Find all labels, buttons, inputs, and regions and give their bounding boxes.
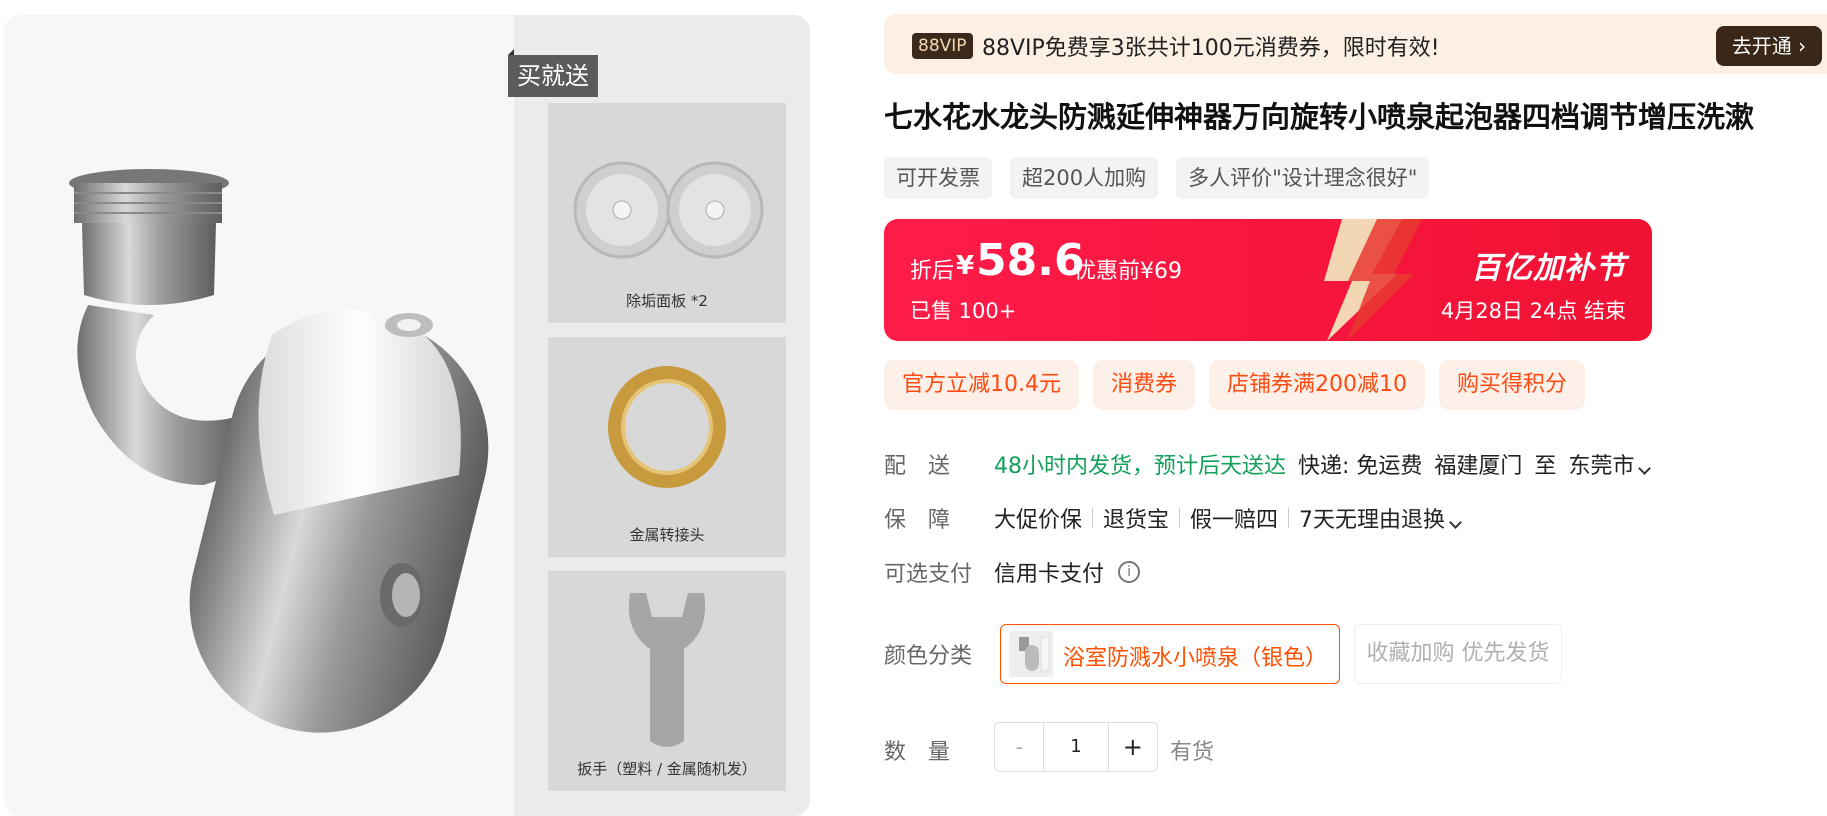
accessory-label: 扳手（塑料 / 金属随机发） xyxy=(577,760,757,778)
payment-method: 信用卡支付 xyxy=(994,562,1105,587)
lightning-icon xyxy=(1324,219,1422,341)
tag-review[interactable]: 多人评价"设计理念很好" xyxy=(1176,157,1430,199)
faucet-extender-image xyxy=(69,169,489,733)
sku-option-selected[interactable]: 浴室防溅水小喷泉（银色） xyxy=(1000,624,1340,684)
promo-end-time: 4月28日 24点 结束 xyxy=(1440,299,1626,323)
divider xyxy=(1092,508,1094,528)
gift-tag: 买就送 xyxy=(508,49,598,97)
vip-promo-bar: 88VIP 88VIP免费享3张共计100元消费券，限时有效! 去开通 › xyxy=(884,14,1827,74)
stock-status: 有货 xyxy=(1170,740,1215,765)
descaling-panel-image xyxy=(573,161,764,259)
guarantee-fake-compensation: 假一赔四 xyxy=(1190,508,1279,533)
chevron-down-icon xyxy=(1449,516,1462,529)
festival-title: 百亿加补节 xyxy=(1471,251,1626,286)
accessory-metal-adapter[interactable]: 金属转接头 xyxy=(548,337,786,557)
accessory-label: 金属转接头 xyxy=(629,526,705,544)
guarantee-return-insurance: 退货宝 xyxy=(1103,508,1170,533)
accessory-label: 除垢面板 *2 xyxy=(626,292,708,310)
destination-text: 东莞市 xyxy=(1568,454,1635,479)
shipping-promise: 48小时内发货，预计后天送达 xyxy=(994,454,1286,479)
guarantee-7day-return[interactable]: 7天无理由退换 xyxy=(1299,502,1462,534)
divider xyxy=(1179,508,1181,528)
guarantee-price-protect: 大促价保 xyxy=(994,508,1083,533)
tag-cart-count: 超200人加购 xyxy=(1010,157,1159,199)
payment-label: 可选支付 xyxy=(884,562,973,587)
product-gallery: 除垢面板 *2 金属转接头 扳手（塑料 / 金属随机发） 买就送 xyxy=(4,15,810,816)
product-tags: 可开发票 超200人加购 多人评价"设计理念很好" xyxy=(884,157,1430,199)
coupon-store[interactable]: 店铺券满200减10 xyxy=(1209,360,1426,410)
divider xyxy=(1288,508,1290,528)
vip-activate-button[interactable]: 去开通 › xyxy=(1716,26,1822,66)
quantity-increase-button[interactable]: + xyxy=(1107,723,1157,771)
sku-thumbnail xyxy=(1009,631,1053,677)
color-label: 颜色分类 xyxy=(884,644,973,669)
quantity-stepper: - 1 + xyxy=(994,722,1158,772)
quantity-label: 数 量 xyxy=(884,740,951,765)
shipping-row: 配 送 48小时内发货，预计后天送达 快递: 免运费 福建厦门 至 东莞市 xyxy=(884,448,1652,480)
sold-count: 已售 100+ xyxy=(910,299,1017,323)
shipping-to: 至 xyxy=(1534,454,1557,479)
guarantee-7day-text: 7天无理由退换 xyxy=(1299,508,1446,533)
price-currency: ¥ xyxy=(956,251,975,281)
guarantee-label: 保 障 xyxy=(884,508,951,533)
shipping-label: 配 送 xyxy=(884,454,951,479)
price-before: 优惠前¥69 xyxy=(1074,259,1182,284)
quantity-input[interactable]: 1 xyxy=(1044,723,1107,771)
quantity-decrease-button[interactable]: - xyxy=(995,723,1045,771)
shipping-origin: 福建厦门 xyxy=(1434,454,1523,479)
price-after-label: 折后 xyxy=(910,259,955,284)
info-icon[interactable]: i xyxy=(1118,561,1141,583)
product-title: 七水花水龙头防溅延伸神器万向旋转小喷泉起泡器四档调节增压洗漱 xyxy=(884,100,1755,134)
coupon-consumption[interactable]: 消费券 xyxy=(1093,360,1196,410)
accessory-wrench[interactable]: 扳手（塑料 / 金属随机发） xyxy=(548,571,786,791)
tag-invoice: 可开发票 xyxy=(884,157,992,199)
price-value: 58.6 xyxy=(976,235,1085,286)
guarantee-row: 保 障 大促价保 退货宝 假一赔四 7天无理由退换 xyxy=(884,502,1462,534)
shipping-destination[interactable]: 东莞市 xyxy=(1568,448,1652,480)
vip-badge: 88VIP xyxy=(912,33,973,59)
metal-adapter-image xyxy=(608,366,726,488)
vip-promo-text: 88VIP免费享3张共计100元消费券，限时有效! xyxy=(982,36,1440,61)
sku-thumbnail-image xyxy=(1019,636,1050,672)
sku-option-text: 浴室防溅水小喷泉（银色） xyxy=(1063,646,1328,671)
wrench-image xyxy=(628,593,706,747)
accessory-descaling-panels[interactable]: 除垢面板 *2 xyxy=(548,103,786,323)
payment-row: 可选支付 信用卡支付 i xyxy=(884,556,1141,588)
coupon-official-discount[interactable]: 官方立减10.4元 xyxy=(884,360,1079,410)
chevron-down-icon xyxy=(1638,462,1652,475)
favorite-add-cart-hint[interactable]: 收藏加购 优先发货 xyxy=(1354,624,1562,684)
coupon-points[interactable]: 购买得积分 xyxy=(1439,360,1586,410)
shipping-express: 快递: 免运费 xyxy=(1298,454,1423,479)
coupon-list: 官方立减10.4元 消费券 店铺券满200减10 购买得积分 xyxy=(884,360,1586,410)
price-card: 折后 ¥ 58.6 优惠前¥69 已售 100+ 百亿加补节 4月28日 24点… xyxy=(884,219,1652,341)
main-product-image[interactable] xyxy=(4,15,514,816)
